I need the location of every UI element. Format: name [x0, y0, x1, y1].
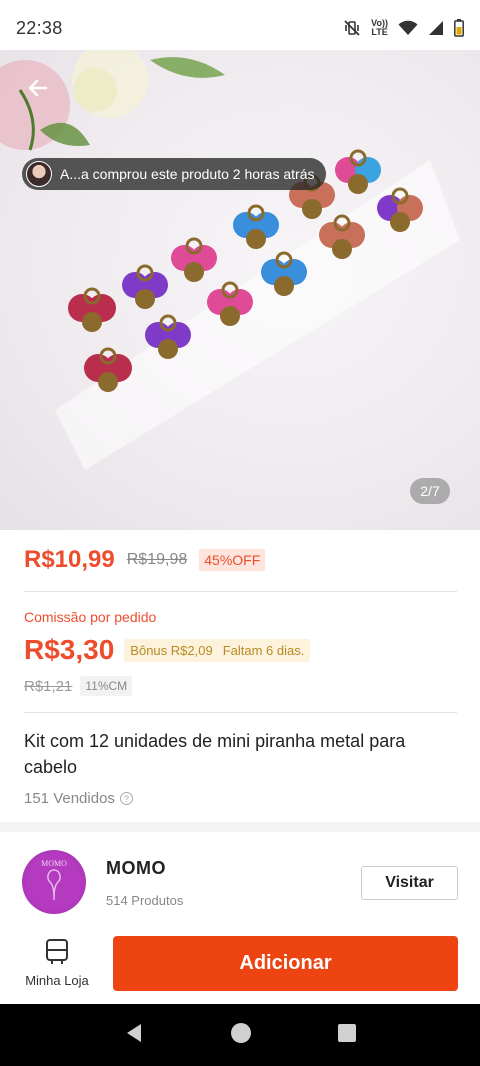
shop-name[interactable]: MOMO [106, 858, 166, 879]
old-commission-row: R$1,21 11%CM [24, 676, 133, 696]
my-store-button[interactable]: Minha Loja [16, 938, 98, 988]
info-icon[interactable]: ? [119, 792, 133, 805]
status-bar: 22:38 Vo)) LTE [0, 0, 480, 56]
sold-text: 151 Vendidos [24, 790, 115, 807]
nav-recents-icon[interactable] [337, 1023, 357, 1048]
volte-icon: Vo)) LTE [371, 19, 388, 37]
product-title: Kit com 12 unidades de mini piranha meta… [24, 731, 406, 777]
nav-back-icon[interactable] [123, 1022, 145, 1049]
product-image[interactable]: A...a comprou este produto 2 horas atrás… [0, 50, 480, 530]
buyer-avatar [26, 161, 52, 187]
signal-icon [428, 20, 444, 36]
commission-row: R$3,30 Bônus R$2,09 Faltam 6 dias. [24, 634, 311, 666]
battery-icon [454, 19, 464, 37]
back-arrow-icon [26, 76, 50, 105]
bonus-remaining: Faltam 6 dias. [222, 642, 305, 658]
recent-buyer-toast: A...a comprou este produto 2 horas atrás [22, 158, 327, 190]
buyer-notice-text: A...a comprou este produto 2 horas atrás [60, 166, 315, 182]
shop-product-count: 514 Produtos [106, 893, 184, 908]
divider [24, 591, 457, 592]
back-button[interactable] [18, 70, 58, 110]
divider [24, 712, 457, 713]
store-icon [44, 938, 70, 969]
shop-logo-text: MOMO [41, 859, 67, 868]
shop-avatar[interactable]: MOMO [22, 850, 86, 914]
old-commission: R$1,21 [24, 677, 73, 695]
image-counter: 2/7 [410, 478, 450, 504]
muted-vibrate-icon [343, 19, 361, 37]
nav-home-icon[interactable] [230, 1022, 252, 1049]
original-price: R$19,98 [126, 551, 188, 568]
section-separator [0, 822, 480, 832]
visit-shop-button[interactable]: Visitar [361, 866, 458, 900]
current-price: R$10,99 [24, 546, 115, 573]
discount-badge: 45%OFF [199, 549, 266, 571]
bonus-tag: Bônus R$2,09 Faltam 6 dias. [124, 638, 311, 662]
wifi-icon [398, 20, 418, 36]
price-row: R$10,99 R$19,98 45%OFF [24, 546, 266, 574]
product-photo [0, 50, 460, 470]
status-icons: Vo)) LTE [343, 19, 464, 37]
add-button[interactable]: Adicionar [113, 936, 458, 991]
bottom-action-bar: Minha Loja Adicionar [0, 928, 480, 1004]
shop-logo: MOMO [41, 859, 67, 901]
sold-count: 151 Vendidos ? [24, 790, 133, 807]
system-nav-bar [0, 1004, 480, 1066]
bonus-text: Bônus R$2,09 [130, 642, 213, 658]
status-time: 22:38 [16, 17, 63, 38]
commission-value: R$3,30 [24, 634, 115, 665]
volte-bottom-label: LTE [371, 27, 388, 37]
commission-rate-tag: 11%CM [80, 676, 133, 696]
my-store-label: Minha Loja [25, 973, 89, 988]
commission-label: Comissão por pedido [24, 609, 157, 625]
